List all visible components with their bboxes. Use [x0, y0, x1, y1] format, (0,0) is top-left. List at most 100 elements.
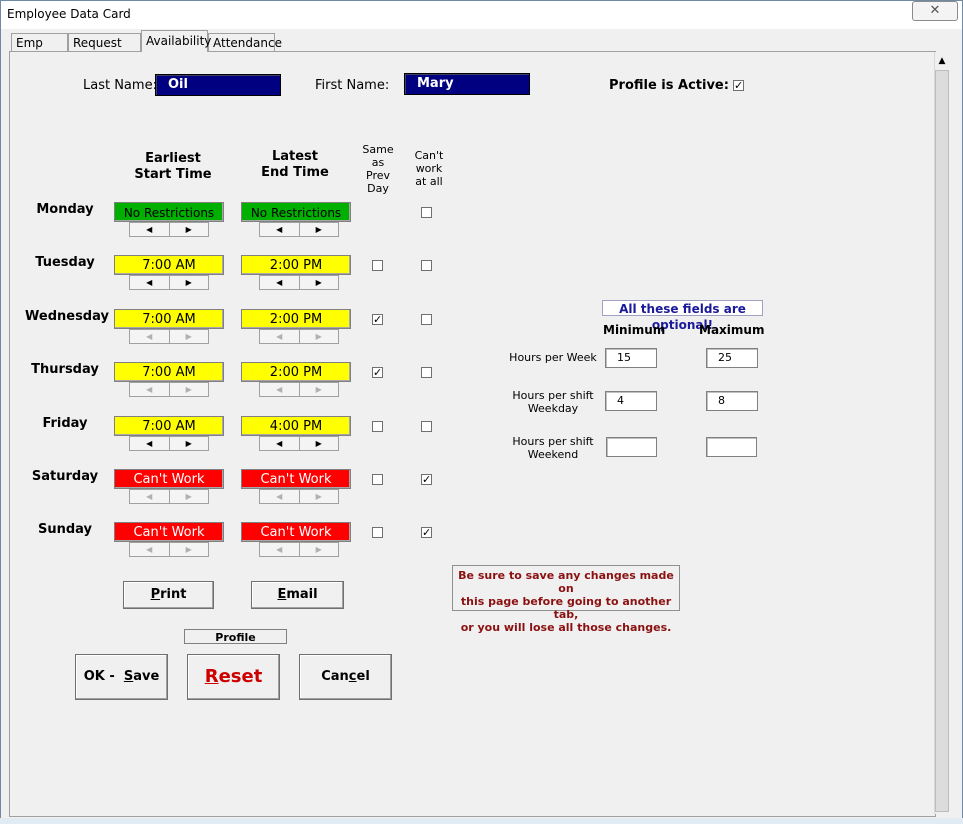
end-time-sunday[interactable]: Can't Work: [241, 522, 351, 542]
end-spinner-sunday[interactable]: ◀ ▶: [259, 542, 339, 557]
arrow-right-icon[interactable]: ▶: [170, 543, 209, 556]
arrow-left-icon[interactable]: ◀: [130, 383, 170, 396]
arrow-left-icon[interactable]: ◀: [130, 330, 170, 343]
profile-active-label: Profile is Active:: [609, 78, 729, 93]
end-spinner-wednesday[interactable]: ◀ ▶: [259, 329, 339, 344]
arrow-right-icon[interactable]: ▶: [300, 330, 339, 343]
arrow-left-icon[interactable]: ◀: [130, 437, 170, 450]
start-time-thursday[interactable]: 7:00 AM: [114, 362, 224, 382]
ok-save-button[interactable]: OK - Save: [75, 654, 168, 700]
arrow-right-icon[interactable]: ▶: [170, 276, 209, 289]
arrow-right-icon[interactable]: ▶: [300, 490, 339, 503]
weekday-shift-max-input[interactable]: 8: [706, 391, 758, 411]
scroll-up-icon[interactable]: ▲: [934, 53, 950, 69]
end-time-tuesday[interactable]: 2:00 PM: [241, 255, 351, 275]
scroll-thumb[interactable]: [935, 70, 949, 812]
start-spinner-saturday[interactable]: ◀ ▶: [129, 489, 209, 504]
cant-work-checkbox-sunday[interactable]: ✓: [421, 527, 432, 538]
last-name-field[interactable]: Oil: [155, 74, 281, 96]
tab-availability[interactable]: Availability: [141, 30, 211, 52]
same-as-prev-checkbox-thursday[interactable]: ✓: [372, 367, 383, 378]
arrow-left-icon[interactable]: ◀: [130, 490, 170, 503]
arrow-left-icon[interactable]: ◀: [260, 543, 300, 556]
arrow-right-icon[interactable]: ▶: [170, 383, 209, 396]
end-time-saturday[interactable]: Can't Work: [241, 469, 351, 489]
same-as-prev-checkbox-tuesday[interactable]: [372, 260, 383, 271]
tab-attendance[interactable]: Attendance: [208, 33, 282, 51]
start-time-monday[interactable]: No Restrictions: [114, 202, 224, 222]
arrow-right-icon[interactable]: ▶: [300, 543, 339, 556]
first-name-label: First Name:: [315, 78, 390, 93]
start-time-tuesday[interactable]: 7:00 AM: [114, 255, 224, 275]
end-time-wednesday[interactable]: 2:00 PM: [241, 309, 351, 329]
tab-emp-data[interactable]: Emp Data: [11, 33, 68, 68]
hours-per-week-max-input[interactable]: 25: [706, 348, 758, 368]
tab-request-off[interactable]: Request Off: [68, 33, 141, 68]
start-spinner-thursday[interactable]: ◀ ▶: [129, 382, 209, 397]
close-button[interactable]: ✕: [912, 1, 958, 21]
arrow-right-icon[interactable]: ▶: [170, 437, 209, 450]
hours-per-week-min-input[interactable]: 15: [605, 348, 657, 368]
arrow-left-icon[interactable]: ◀: [260, 437, 300, 450]
arrow-right-icon[interactable]: ▶: [170, 330, 209, 343]
same-as-prev-checkbox-wednesday[interactable]: ✓: [372, 314, 383, 325]
cant-work-checkbox-friday[interactable]: [421, 421, 432, 432]
start-spinner-monday[interactable]: ◀ ▶: [129, 222, 209, 237]
end-time-monday[interactable]: No Restrictions: [241, 202, 351, 222]
weekend-shift-min-input[interactable]: [606, 437, 657, 457]
arrow-right-icon[interactable]: ▶: [170, 490, 209, 503]
arrow-left-icon[interactable]: ◀: [260, 276, 300, 289]
cancel-button[interactable]: Cancel: [299, 654, 392, 700]
cant-work-checkbox-monday[interactable]: [421, 207, 432, 218]
arrow-left-icon[interactable]: ◀: [260, 490, 300, 503]
arrow-left-icon[interactable]: ◀: [260, 383, 300, 396]
cant-work-checkbox-tuesday[interactable]: [421, 260, 432, 271]
start-time-wednesday[interactable]: 7:00 AM: [114, 309, 224, 329]
arrow-left-icon[interactable]: ◀: [130, 276, 170, 289]
window-bottom-edge: [0, 818, 963, 824]
cant-work-checkbox-wednesday[interactable]: [421, 314, 432, 325]
start-time-sunday[interactable]: Can't Work: [114, 522, 224, 542]
arrow-right-icon[interactable]: ▶: [300, 276, 339, 289]
start-spinner-tuesday[interactable]: ◀ ▶: [129, 275, 209, 290]
arrow-left-icon[interactable]: ◀: [260, 223, 300, 236]
end-time-friday[interactable]: 4:00 PM: [241, 416, 351, 436]
end-spinner-thursday[interactable]: ◀ ▶: [259, 382, 339, 397]
profile-active-checkbox[interactable]: ✓: [733, 80, 744, 91]
start-time-saturday[interactable]: Can't Work: [114, 469, 224, 489]
print-button[interactable]: Print: [123, 581, 214, 609]
cant-work-checkbox-saturday[interactable]: ✓: [421, 474, 432, 485]
same-as-prev-checkbox-saturday[interactable]: [372, 474, 383, 485]
arrow-right-icon[interactable]: ▶: [170, 223, 209, 236]
start-spinner-sunday[interactable]: ◀ ▶: [129, 542, 209, 557]
start-spinner-wednesday[interactable]: ◀ ▶: [129, 329, 209, 344]
minimum-header: Minimum: [603, 323, 666, 337]
arrow-left-icon[interactable]: ◀: [260, 330, 300, 343]
arrow-right-icon[interactable]: ▶: [300, 383, 339, 396]
arrow-left-icon[interactable]: ◀: [130, 543, 170, 556]
arrow-right-icon[interactable]: ▶: [300, 437, 339, 450]
save-warning: Be sure to save any changes made on this …: [452, 565, 680, 634]
end-time-thursday[interactable]: 2:00 PM: [241, 362, 351, 382]
end-spinner-tuesday[interactable]: ◀ ▶: [259, 275, 339, 290]
email-button[interactable]: Email: [251, 581, 344, 609]
start-spinner-friday[interactable]: ◀ ▶: [129, 436, 209, 451]
cant-work-header: Can't work at all: [414, 149, 444, 188]
arrow-right-icon[interactable]: ▶: [300, 223, 339, 236]
end-spinner-monday[interactable]: ◀ ▶: [259, 222, 339, 237]
day-label-thursday: Thursday: [31, 362, 99, 377]
weekday-shift-min-input[interactable]: 4: [605, 391, 657, 411]
optional-fields-banner: All these fields are optional!: [602, 300, 763, 332]
first-name-field[interactable]: Mary: [404, 73, 530, 95]
reset-button[interactable]: Reset: [187, 654, 280, 700]
cant-work-checkbox-thursday[interactable]: [421, 367, 432, 378]
same-as-prev-checkbox-friday[interactable]: [372, 421, 383, 432]
start-time-friday[interactable]: 7:00 AM: [114, 416, 224, 436]
weekend-shift-max-input[interactable]: [706, 437, 757, 457]
same-as-prev-checkbox-sunday[interactable]: [372, 527, 383, 538]
arrow-left-icon[interactable]: ◀: [130, 223, 170, 236]
end-spinner-saturday[interactable]: ◀ ▶: [259, 489, 339, 504]
end-spinner-friday[interactable]: ◀ ▶: [259, 436, 339, 451]
latest-end-header: Latest End Time: [261, 149, 329, 180]
last-name-label: Last Name:: [83, 78, 157, 93]
